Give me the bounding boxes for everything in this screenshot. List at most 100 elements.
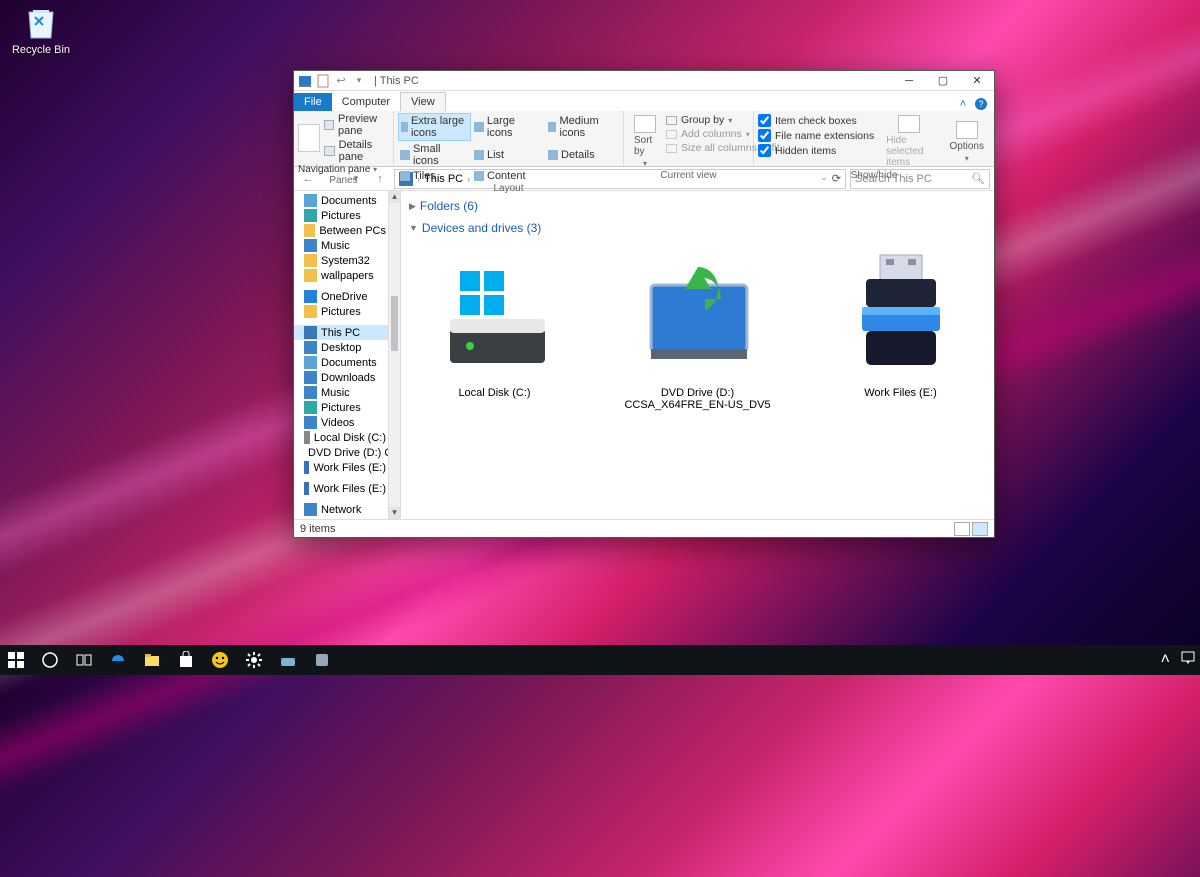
scroll-down-icon[interactable]: ▾ — [389, 507, 400, 519]
folder-icon — [304, 254, 317, 267]
drive-item[interactable]: DVD Drive (D:) CCSA_X64FRE_EN-US_DV5 — [616, 249, 779, 411]
taskbar-app-smiley[interactable] — [208, 648, 232, 672]
tree-item[interactable]: Work Files (E:) — [294, 460, 388, 475]
tree-item[interactable]: Pictures — [294, 208, 388, 223]
tree-item[interactable]: Videos — [294, 415, 388, 430]
tree-item-label: DVD Drive (D:) C — [308, 447, 389, 459]
taskbar-edge[interactable] — [106, 648, 130, 672]
maximize-button[interactable]: ▢ — [926, 71, 960, 91]
ribbon-collapse-icon[interactable]: ˄ — [956, 97, 970, 111]
start-button[interactable] — [4, 648, 28, 672]
help-icon[interactable]: ? — [974, 97, 988, 111]
content-area[interactable]: ▶Folders (6) ▼Devices and drives (3) Loc… — [401, 191, 994, 519]
tree-item[interactable]: This PC — [294, 325, 388, 340]
taskbar-app2[interactable] — [310, 648, 334, 672]
drive-label: Local Disk (C:) — [413, 387, 576, 399]
minimize-button[interactable]: ─ — [892, 71, 926, 91]
options-button[interactable]: Options▾ — [944, 113, 990, 170]
taskbar-app1[interactable] — [276, 648, 300, 672]
layout-small[interactable]: Small icons — [398, 142, 471, 168]
doc-icon — [304, 194, 317, 207]
hide-selected-button[interactable]: Hide selected items — [880, 113, 937, 170]
tab-computer[interactable]: Computer — [332, 93, 400, 111]
title-sep: | — [374, 75, 377, 87]
recycle-bin-label: Recycle Bin — [6, 44, 76, 56]
task-view-button[interactable] — [72, 648, 96, 672]
view-details-icon[interactable] — [954, 522, 970, 536]
layout-tiles[interactable]: Tiles — [398, 169, 471, 183]
sort-icon — [634, 115, 656, 133]
tree-item-label: Local Disk (C:) — [314, 432, 386, 444]
preview-pane-button[interactable]: Preview pane — [324, 113, 389, 137]
taskbar-explorer[interactable] — [140, 648, 164, 672]
tree-item-label: Pictures — [321, 210, 361, 222]
scroll-thumb[interactable] — [391, 296, 398, 351]
tab-view[interactable]: View — [400, 92, 446, 112]
drive-item[interactable]: Work Files (E:) — [819, 249, 982, 411]
net-icon — [304, 503, 317, 516]
scroll-up-icon[interactable]: ▴ — [389, 191, 400, 203]
drive-item[interactable]: Local Disk (C:) — [413, 249, 576, 411]
xl-icon — [401, 122, 408, 132]
nav-pane-button[interactable]: Navigation pane ▾ — [298, 165, 389, 175]
tree-item[interactable]: wallpapers — [294, 268, 388, 283]
tray-action-center-icon[interactable] — [1180, 650, 1196, 671]
details-pane-button[interactable]: Details pane — [324, 139, 389, 163]
drive-label: Work Files (E:) — [819, 387, 982, 399]
sort-by-button[interactable]: Sort by▾ — [628, 113, 662, 170]
tree-item[interactable]: Desktop — [294, 340, 388, 355]
tray-chevron-icon[interactable]: ˄ — [1161, 651, 1170, 669]
desktop-recycle-bin[interactable]: Recycle Bin — [6, 6, 76, 56]
layout-extra-large[interactable]: Extra large icons — [398, 113, 471, 141]
tree-item[interactable]: System32 — [294, 253, 388, 268]
view-large-icon[interactable] — [972, 522, 988, 536]
tree-item[interactable]: Work Files (E:) — [294, 481, 388, 496]
cortana-button[interactable] — [38, 648, 62, 672]
nav-pane-icon — [298, 124, 320, 152]
filename-ext-toggle[interactable]: File name extensions — [758, 128, 874, 143]
taskbar-settings[interactable] — [242, 648, 266, 672]
hidden-items-toggle[interactable]: Hidden items — [758, 143, 874, 158]
layout-medium[interactable]: Medium icons — [546, 113, 619, 141]
qat-undo-icon[interactable]: ↩ — [334, 74, 348, 88]
details-icon — [548, 150, 558, 160]
tree-item[interactable]: Downloads — [294, 370, 388, 385]
tree-item[interactable]: Pictures — [294, 304, 388, 319]
taskbar-store[interactable] — [174, 648, 198, 672]
qat-app-icon — [298, 74, 312, 88]
tree-item[interactable]: Pictures — [294, 400, 388, 415]
music-icon — [304, 386, 317, 399]
tree-item[interactable]: Between PCs — [294, 223, 388, 238]
tree-item[interactable]: Network — [294, 502, 388, 517]
layout-list[interactable]: List — [472, 142, 545, 168]
nav-tree[interactable]: DocumentsPicturesBetween PCsMusicSystem3… — [294, 191, 389, 519]
tree-item[interactable]: Music — [294, 238, 388, 253]
tree-item[interactable]: Local Disk (C:) — [294, 430, 388, 445]
lg-icon — [474, 122, 484, 132]
layout-large[interactable]: Large icons — [472, 113, 545, 141]
usb-icon — [304, 482, 309, 495]
chevron-down-icon: ▼ — [409, 223, 418, 233]
tree-item[interactable]: Music — [294, 385, 388, 400]
tree-item[interactable]: OneDrive — [294, 289, 388, 304]
group-drives[interactable]: ▼Devices and drives (3) — [409, 217, 986, 239]
tree-item[interactable]: Documents — [294, 355, 388, 370]
layout-content[interactable]: Content — [472, 169, 545, 183]
tree-item-label: Documents — [321, 357, 377, 369]
cloud-icon — [304, 290, 317, 303]
preview-pane-icon — [324, 120, 334, 130]
group-folders[interactable]: ▶Folders (6) — [409, 195, 986, 217]
tree-item[interactable]: DVD Drive (D:) C — [294, 445, 388, 460]
close-button[interactable]: ✕ — [960, 71, 994, 91]
qat-properties-icon[interactable] — [316, 74, 330, 88]
pic-icon — [304, 209, 317, 222]
tab-file[interactable]: File — [294, 93, 332, 111]
tree-item[interactable]: Documents — [294, 193, 388, 208]
qat-customize-icon[interactable]: ▾ — [352, 74, 366, 88]
tree-item-label: OneDrive — [321, 291, 367, 303]
titlebar[interactable]: ↩ ▾ | This PC ─ ▢ ✕ — [294, 71, 994, 91]
taskbar[interactable]: ˄ — [0, 645, 1200, 675]
tree-scrollbar[interactable]: ▴ ▾ — [389, 191, 401, 519]
layout-details[interactable]: Details — [546, 142, 619, 168]
item-checkboxes-toggle[interactable]: Item check boxes — [758, 113, 874, 128]
